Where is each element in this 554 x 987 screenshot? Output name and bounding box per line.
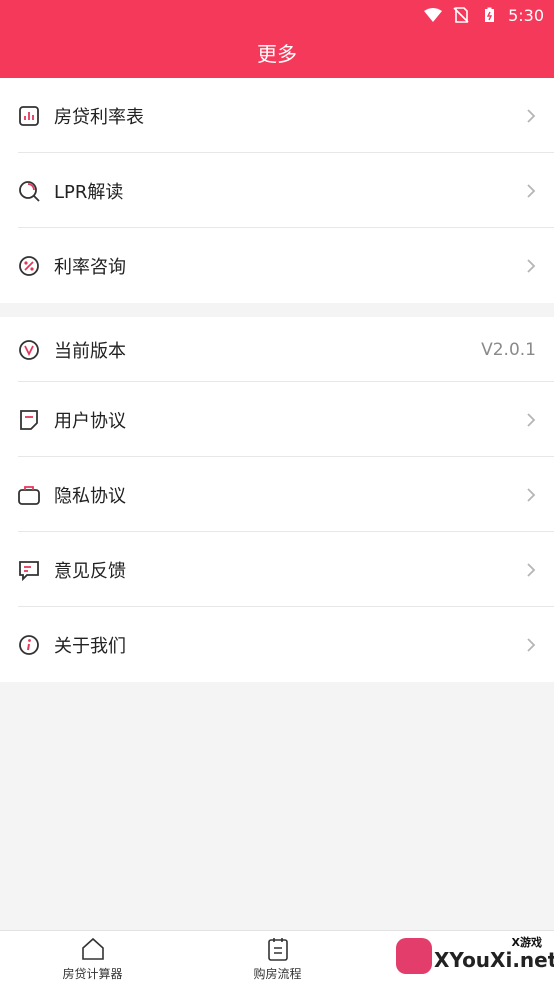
document-icon	[20, 409, 38, 430]
menu-item-label: 房贷利率表	[54, 106, 144, 128]
menu-group-about: 当前版本 V2.0.1 用户协议 隐私协议 意见反馈 关于我们	[0, 317, 554, 682]
chevron-right-icon	[527, 487, 536, 502]
chevron-right-icon	[527, 108, 536, 123]
rate-table-icon	[19, 105, 39, 126]
tab-buying-process[interactable]: 购房流程	[185, 931, 370, 987]
message-icon	[19, 560, 39, 581]
page-title: 更多	[257, 42, 297, 66]
menu-item-label: 用户协议	[54, 410, 126, 432]
tab-label: 房贷计算器	[62, 967, 123, 981]
menu-item-about-us[interactable]: 关于我们	[0, 607, 554, 682]
version-value: V2.0.1	[481, 339, 536, 360]
chevron-right-icon	[527, 637, 536, 652]
menu-item-label: 意见反馈	[54, 560, 126, 582]
menu-item-privacy-agreement[interactable]: 隐私协议	[0, 457, 554, 532]
chevron-right-icon	[527, 412, 536, 427]
percent-icon	[19, 255, 39, 276]
info-icon	[19, 634, 39, 655]
watermark: X游戏 XYouXi.net	[384, 932, 554, 984]
home-icon	[81, 937, 104, 960]
menu-item-feedback[interactable]: 意见反馈	[0, 532, 554, 607]
menu-item-rate-consult[interactable]: 利率咨询	[0, 228, 554, 303]
menu-item-label: LPR解读	[54, 181, 124, 203]
top-app-bar: 5:30 更多	[0, 0, 554, 78]
tab-label: 购房流程	[253, 967, 302, 981]
chevron-right-icon	[527, 258, 536, 273]
menu-item-lpr[interactable]: LPR解读	[0, 153, 554, 228]
menu-item-label: 隐私协议	[54, 485, 126, 507]
watermark-logo-icon	[396, 938, 432, 974]
tab-mortgage-calculator[interactable]: 房贷计算器	[0, 931, 185, 987]
status-time: 5:30	[508, 5, 544, 25]
status-bar: 5:30	[424, 0, 554, 30]
menu-item-user-agreement[interactable]: 用户协议	[0, 382, 554, 457]
briefcase-icon	[18, 485, 40, 505]
menu-group-tools: 房贷利率表 LPR解读 利率咨询	[0, 78, 554, 303]
menu-item-label: 当前版本	[54, 340, 126, 362]
chevron-right-icon	[527, 183, 536, 198]
menu-item-rate-table[interactable]: 房贷利率表	[0, 78, 554, 153]
watermark-text: XYouXi.net	[434, 948, 554, 972]
menu-item-label: 利率咨询	[54, 256, 126, 278]
search-icon	[19, 180, 40, 202]
version-icon	[19, 339, 39, 360]
no-sim-icon	[453, 7, 469, 23]
chevron-right-icon	[527, 562, 536, 577]
clipboard-icon	[267, 938, 288, 961]
battery-icon	[485, 7, 495, 22]
menu-item-label: 关于我们	[54, 635, 126, 657]
menu-item-version: 当前版本 V2.0.1	[0, 317, 554, 382]
wifi-icon	[424, 8, 443, 22]
